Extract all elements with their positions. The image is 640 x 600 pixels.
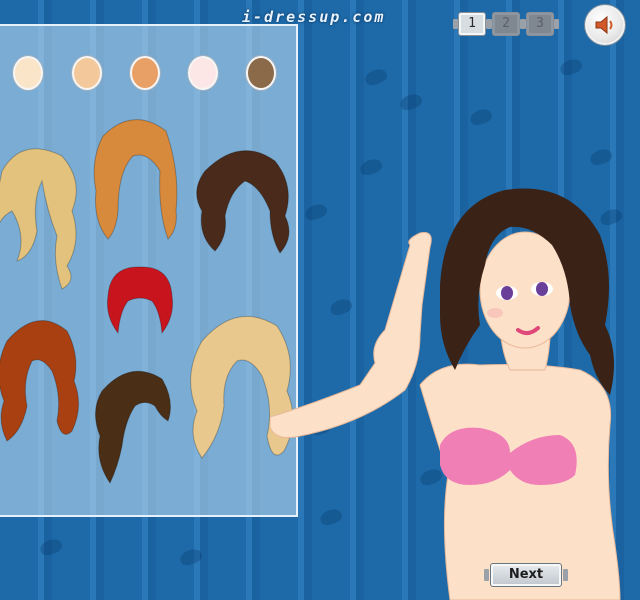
hair-selection-panel — [0, 24, 298, 517]
sound-toggle-button[interactable] — [585, 5, 625, 45]
hair-option-wavy-brown[interactable] — [90, 361, 175, 486]
page-tab-2[interactable]: 2 — [487, 12, 525, 36]
hair-option-curly-copper[interactable] — [0, 311, 82, 446]
game-stage: i-dressup.com 1 2 3 Next — [0, 0, 640, 600]
model-right-iris — [536, 282, 548, 296]
next-button[interactable]: Next — [484, 563, 568, 587]
background-pattern — [588, 146, 614, 168]
background-pattern — [363, 66, 389, 88]
hair-option-long-wavy-blonde[interactable] — [0, 141, 87, 291]
model-blush — [487, 308, 503, 318]
skin-swatch-5[interactable] — [246, 56, 276, 90]
background-pattern — [38, 536, 64, 558]
hair-option-updo-red[interactable] — [100, 261, 180, 341]
hair-option-long-straight-auburn[interactable] — [88, 111, 183, 241]
background-pattern — [468, 106, 494, 128]
background-pattern — [398, 91, 424, 113]
dressup-model[interactable] — [270, 185, 640, 600]
page-tab-3[interactable]: 3 — [521, 12, 559, 36]
model-left-iris — [501, 286, 513, 300]
skin-swatch-4[interactable] — [188, 56, 218, 90]
background-pattern — [178, 546, 204, 568]
background-pattern — [558, 56, 584, 78]
skin-swatch-1[interactable] — [13, 56, 43, 90]
page-tabs: 1 2 3 — [453, 12, 559, 36]
page-tab-1[interactable]: 1 — [453, 12, 491, 36]
background-pattern — [358, 156, 384, 178]
skin-swatch-3[interactable] — [130, 56, 160, 90]
speaker-icon — [595, 15, 613, 35]
skin-swatch-2[interactable] — [72, 56, 102, 90]
